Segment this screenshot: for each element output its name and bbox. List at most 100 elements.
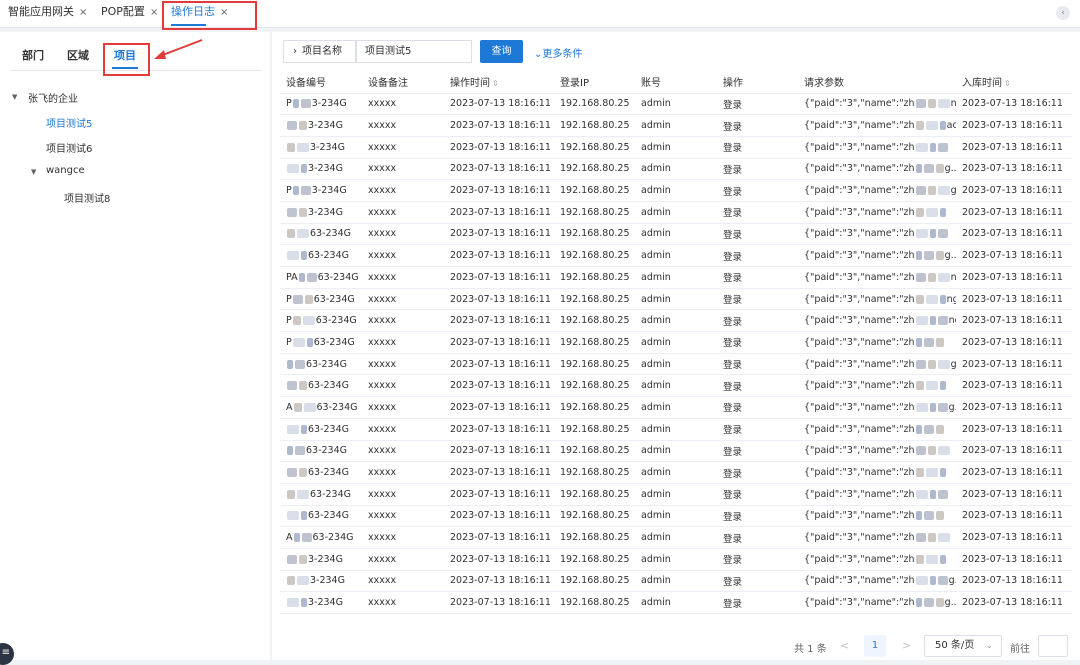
device-suffix: 3-234G xyxy=(308,553,343,565)
cell-action: 登录 xyxy=(717,223,798,246)
filter-value-input[interactable]: 项目测试5 xyxy=(356,40,472,63)
cell-account: admin xyxy=(635,288,717,311)
param-text: {"paid":"3","name":"zh xyxy=(804,163,915,175)
masked-text xyxy=(293,402,302,412)
cell-store-time: 2023-07-13 18:16:11 xyxy=(956,244,1072,267)
device-prefix: A xyxy=(286,401,293,413)
masked-text xyxy=(301,424,307,434)
cell-op-time: 2023-07-13 18:16:11 xyxy=(444,136,554,159)
cell-login-ip: 192.168.80.25 xyxy=(554,526,635,549)
table-row[interactable]: P 63-234G xxxxx 2023-07-13 18:16:11 192.168.… xyxy=(280,309,1072,333)
tab-project[interactable]: 项目 xyxy=(112,47,138,69)
param-tail: g... xyxy=(951,185,956,196)
device-suffix: 63-234G xyxy=(308,467,350,479)
table-row[interactable]: PA 63-234G xxxxx 2023-07-13 18:16:11 192.168… xyxy=(280,266,1072,289)
sort-icon[interactable]: ⇕ xyxy=(492,79,499,88)
close-icon[interactable]: × xyxy=(150,7,158,18)
masked-text xyxy=(929,142,936,152)
masked-text xyxy=(915,229,928,239)
table-row[interactable]: P 63-234G xxxxx 2023-07-13 18:16:11 192.168.… xyxy=(280,288,1072,311)
cell-action: 登录 xyxy=(717,461,798,484)
tab-smart-gateway[interactable]: 智能应用网关 × xyxy=(8,0,87,26)
cell-device-remark: xxxxx xyxy=(362,374,444,398)
cell-device-id: P 3-234G xyxy=(280,179,362,202)
tree-item-wangce[interactable]: wangce xyxy=(46,165,85,176)
masked-text xyxy=(287,511,299,521)
tree-item-project6[interactable]: 项目测试6 xyxy=(46,140,92,155)
table-row[interactable]: 63-234G xxxxx 2023-07-13 18:16:11 192.168.8… xyxy=(280,244,1072,267)
tab-region[interactable]: 区域 xyxy=(67,47,89,63)
more-conditions-link[interactable]: ⌄更多条件 xyxy=(534,45,582,60)
caret-down-icon[interactable]: ▼ xyxy=(31,168,36,176)
table-row[interactable]: 63-234G xxxxx 2023-07-13 18:16:11 192.168.8… xyxy=(280,374,1072,398)
cell-request-params: {"paid":"3","name":"zh xyxy=(798,505,956,528)
tab-pop-config[interactable]: POP配置 × xyxy=(101,0,158,26)
cell-account: admin xyxy=(635,591,717,614)
table-row[interactable]: 63-234G xxxxx 2023-07-13 18:16:11 192.168.8… xyxy=(280,483,1072,506)
cell-login-ip: 192.168.80.25 xyxy=(554,158,635,181)
tab-operation-log[interactable]: 操作日志 × xyxy=(171,0,228,26)
masked-text xyxy=(301,598,307,608)
table-row[interactable]: A 63-234G xxxxx 2023-07-13 18:16:11 192.168.… xyxy=(280,526,1072,549)
device-suffix: 3-234G xyxy=(311,185,347,197)
table-row[interactable]: 3-234G xxxxx 2023-07-13 18:16:11 192.168.80… xyxy=(280,114,1072,137)
table-row[interactable]: 3-234G xxxxx 2023-07-13 18:16:11 192.168.80… xyxy=(280,158,1072,181)
prev-page-icon[interactable]: < xyxy=(840,639,849,652)
cell-store-time: 2023-07-13 18:16:11 xyxy=(956,309,1072,333)
masked-text xyxy=(925,121,938,131)
table-row[interactable]: 3-234G xxxxx 2023-07-13 18:16:11 192.168.80… xyxy=(280,570,1072,593)
table-row[interactable]: 63-234G xxxxx 2023-07-13 18:16:11 192.168.8… xyxy=(280,440,1072,463)
device-suffix: 63-234G xyxy=(310,488,352,500)
header-store-time[interactable]: 入库时间 ⇕ xyxy=(956,71,1072,94)
masked-text xyxy=(301,251,307,261)
table-row[interactable]: 63-234G xxxxx 2023-07-13 18:16:11 192.168.8… xyxy=(280,353,1072,376)
masked-text xyxy=(929,489,936,499)
table-row[interactable]: 3-234G xxxxx 2023-07-13 18:16:11 192.168.80… xyxy=(280,136,1072,159)
sort-icon[interactable]: ⇕ xyxy=(1004,79,1011,88)
device-suffix: 3-234G xyxy=(308,206,343,218)
table-row[interactable]: 63-234G xxxxx 2023-07-13 18:16:11 192.168.8… xyxy=(280,505,1072,528)
table-row[interactable]: 63-234G xxxxx 2023-07-13 18:16:11 192.168.8… xyxy=(280,418,1072,441)
masked-text xyxy=(287,554,297,564)
table-row[interactable]: P 3-234G xxxxx 2023-07-13 18:16:11 192.168.8… xyxy=(280,179,1072,202)
masked-text xyxy=(935,337,944,347)
masked-text xyxy=(298,272,305,282)
cell-account: admin xyxy=(635,353,717,376)
query-button[interactable]: 查询 xyxy=(480,40,523,63)
header-op-time[interactable]: 操作时间 ⇕ xyxy=(444,71,554,94)
cell-op-time: 2023-07-13 18:16:11 xyxy=(444,526,554,549)
masked-text xyxy=(935,424,944,434)
table-row[interactable]: 63-234G xxxxx 2023-07-13 18:16:11 192.168.8… xyxy=(280,461,1072,484)
page-number-current[interactable]: 1 xyxy=(864,635,886,657)
masked-text xyxy=(300,99,311,109)
tree-item-project8[interactable]: 项目测试8 xyxy=(64,190,110,205)
cell-action: 登录 xyxy=(717,526,798,549)
close-icon[interactable]: × xyxy=(220,7,228,18)
tab-department[interactable]: 部门 xyxy=(22,47,44,63)
cell-op-time: 2023-07-13 18:16:11 xyxy=(444,353,554,376)
tree-item-project5[interactable]: 项目测试5 xyxy=(46,115,92,130)
goto-page-input[interactable] xyxy=(1038,635,1068,657)
close-icon[interactable]: × xyxy=(79,7,87,18)
chevron-right-icon: › xyxy=(293,46,297,57)
cell-device-remark: xxxxx xyxy=(362,548,444,571)
table-row[interactable]: P 63-234G xxxxx 2023-07-13 18:16:11 192.168.… xyxy=(280,331,1072,354)
page-size-select[interactable]: 50 条/页 ⌄ xyxy=(924,635,1002,657)
tree-root[interactable]: 张飞的企业 xyxy=(28,90,78,105)
caret-down-icon[interactable]: ▼ xyxy=(12,93,17,101)
masked-text xyxy=(915,294,924,304)
cell-login-ip: 192.168.80.25 xyxy=(554,353,635,376)
table-row[interactable]: 3-234G xxxxx 2023-07-13 18:16:11 192.168.80… xyxy=(280,201,1072,224)
filter-field-select[interactable]: › 项目名称 xyxy=(283,40,356,63)
device-suffix: 3-234G xyxy=(308,120,343,132)
table-row[interactable]: 3-234G xxxxx 2023-07-13 18:16:11 192.168.80… xyxy=(280,548,1072,571)
table-row[interactable]: P 3-234G xxxxx 2023-07-13 18:16:11 192.168.8… xyxy=(280,93,1072,116)
table-row[interactable]: A 63-234G xxxxx 2023-07-13 18:16:11 192.168.… xyxy=(280,396,1072,419)
cell-device-id: 63-234G xyxy=(280,440,362,463)
masked-text xyxy=(287,142,295,152)
next-page-icon[interactable]: > xyxy=(902,639,911,652)
scroll-left-icon[interactable]: ‹ xyxy=(1056,6,1070,20)
masked-text xyxy=(287,229,295,239)
table-row[interactable]: 3-234G xxxxx 2023-07-13 18:16:11 192.168.80… xyxy=(280,591,1072,614)
table-row[interactable]: 63-234G xxxxx 2023-07-13 18:16:11 192.168.8… xyxy=(280,223,1072,246)
